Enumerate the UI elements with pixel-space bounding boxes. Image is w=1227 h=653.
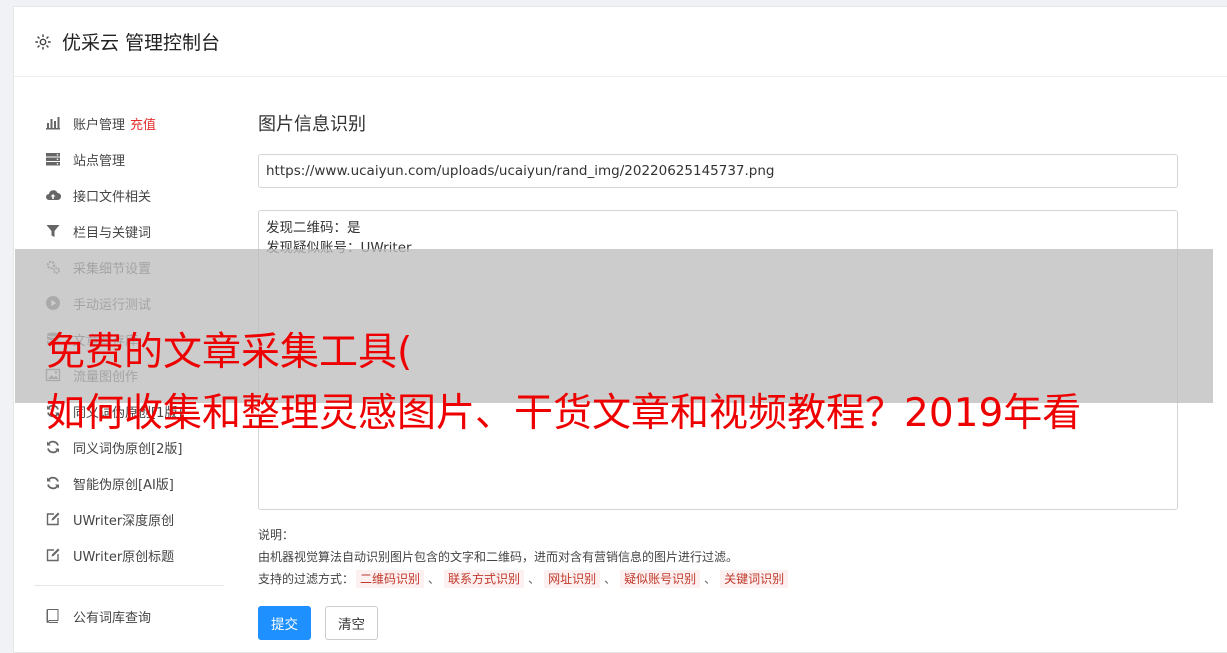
filter-separator: 、	[604, 572, 617, 586]
filter-tag: 关键词识别	[720, 570, 789, 588]
filter-tag: 网址识别	[544, 570, 601, 588]
edit-icon	[44, 510, 62, 528]
note: 说明： 由机器视觉算法自动识别图片包含的文字和二维码，进而对含有营销信息的图片进…	[258, 524, 1178, 590]
sidebar-item-label: 接口文件相关	[73, 189, 152, 205]
edit-icon	[44, 546, 62, 564]
sidebar-item-label: 站点管理	[73, 153, 126, 169]
filter-tag: 联系方式识别	[444, 570, 525, 588]
image-url-input[interactable]	[258, 154, 1178, 188]
cloud-upload-icon	[44, 186, 62, 204]
sidebar-item-label: 账户管理	[73, 117, 126, 133]
refresh-icon	[44, 438, 62, 456]
book-icon	[44, 607, 62, 625]
sidebar-item-label: 同义词伪原创[2版]	[73, 441, 183, 457]
sidebar-item-label: UWriter深度原创	[73, 513, 175, 529]
overlay-headline-1: 免费的文章采集工具(	[46, 330, 413, 375]
section-title: 图片信息识别	[258, 114, 366, 135]
filter-list: 支持的过滤方式： 二维码识别 、 联系方式识别 、 网址识别 、 疑似账号识别 …	[258, 568, 1178, 590]
filter-separator: 、	[528, 572, 541, 586]
sidebar-item[interactable]: UWriter深度原创	[14, 501, 224, 537]
result-line: 发现二维码：是	[266, 220, 361, 236]
filter-icon	[44, 222, 62, 240]
page-title: 优采云 管理控制台	[62, 32, 221, 54]
overlay-headline-2: 如何收集和整理灵感图片、干货文章和视频教程？2019年看	[46, 391, 1082, 436]
filter-tag: 二维码识别	[356, 570, 425, 588]
refresh-icon	[44, 474, 62, 492]
filter-separator: 、	[428, 572, 441, 586]
sidebar-item-label: 公有词库查询	[73, 610, 152, 626]
server-icon	[44, 150, 62, 168]
sidebar-item[interactable]: 公有词库查询	[14, 598, 224, 634]
clear-button[interactable]: 清空	[325, 606, 378, 640]
gear-icon	[34, 33, 52, 51]
filter-tag: 疑似账号识别	[620, 570, 701, 588]
note-label: 说明：	[258, 528, 295, 542]
recharge-link[interactable]: 充值	[130, 114, 156, 133]
sidebar-item[interactable]: 站点管理	[14, 141, 224, 177]
filter-separator: 、	[704, 572, 717, 586]
filter-label: 支持的过滤方式：	[258, 572, 355, 586]
sidebar-divider	[34, 585, 224, 586]
sidebar-item[interactable]: 智能伪原创[AI版]	[14, 465, 224, 501]
sidebar-item[interactable]: 账户管理 充值	[14, 105, 224, 141]
sidebar-item[interactable]: 接口文件相关	[14, 177, 224, 213]
overlay-banner	[15, 249, 1213, 403]
button-row: 提交 清空	[258, 606, 1178, 640]
sidebar-item[interactable]: 栏目与关键词	[14, 213, 224, 249]
note-text: 由机器视觉算法自动识别图片包含的文字和二维码，进而对含有营销信息的图片进行过滤。	[258, 550, 739, 564]
sidebar-item-label: 智能伪原创[AI版]	[73, 477, 174, 493]
bar-chart-icon	[44, 114, 62, 132]
submit-button[interactable]: 提交	[258, 606, 311, 640]
sidebar-item-label: UWriter原创标题	[73, 549, 175, 565]
header: 优采云 管理控制台	[14, 7, 1227, 77]
sidebar-item[interactable]: UWriter原创标题	[14, 537, 224, 573]
sidebar-item-label: 栏目与关键词	[73, 225, 152, 241]
